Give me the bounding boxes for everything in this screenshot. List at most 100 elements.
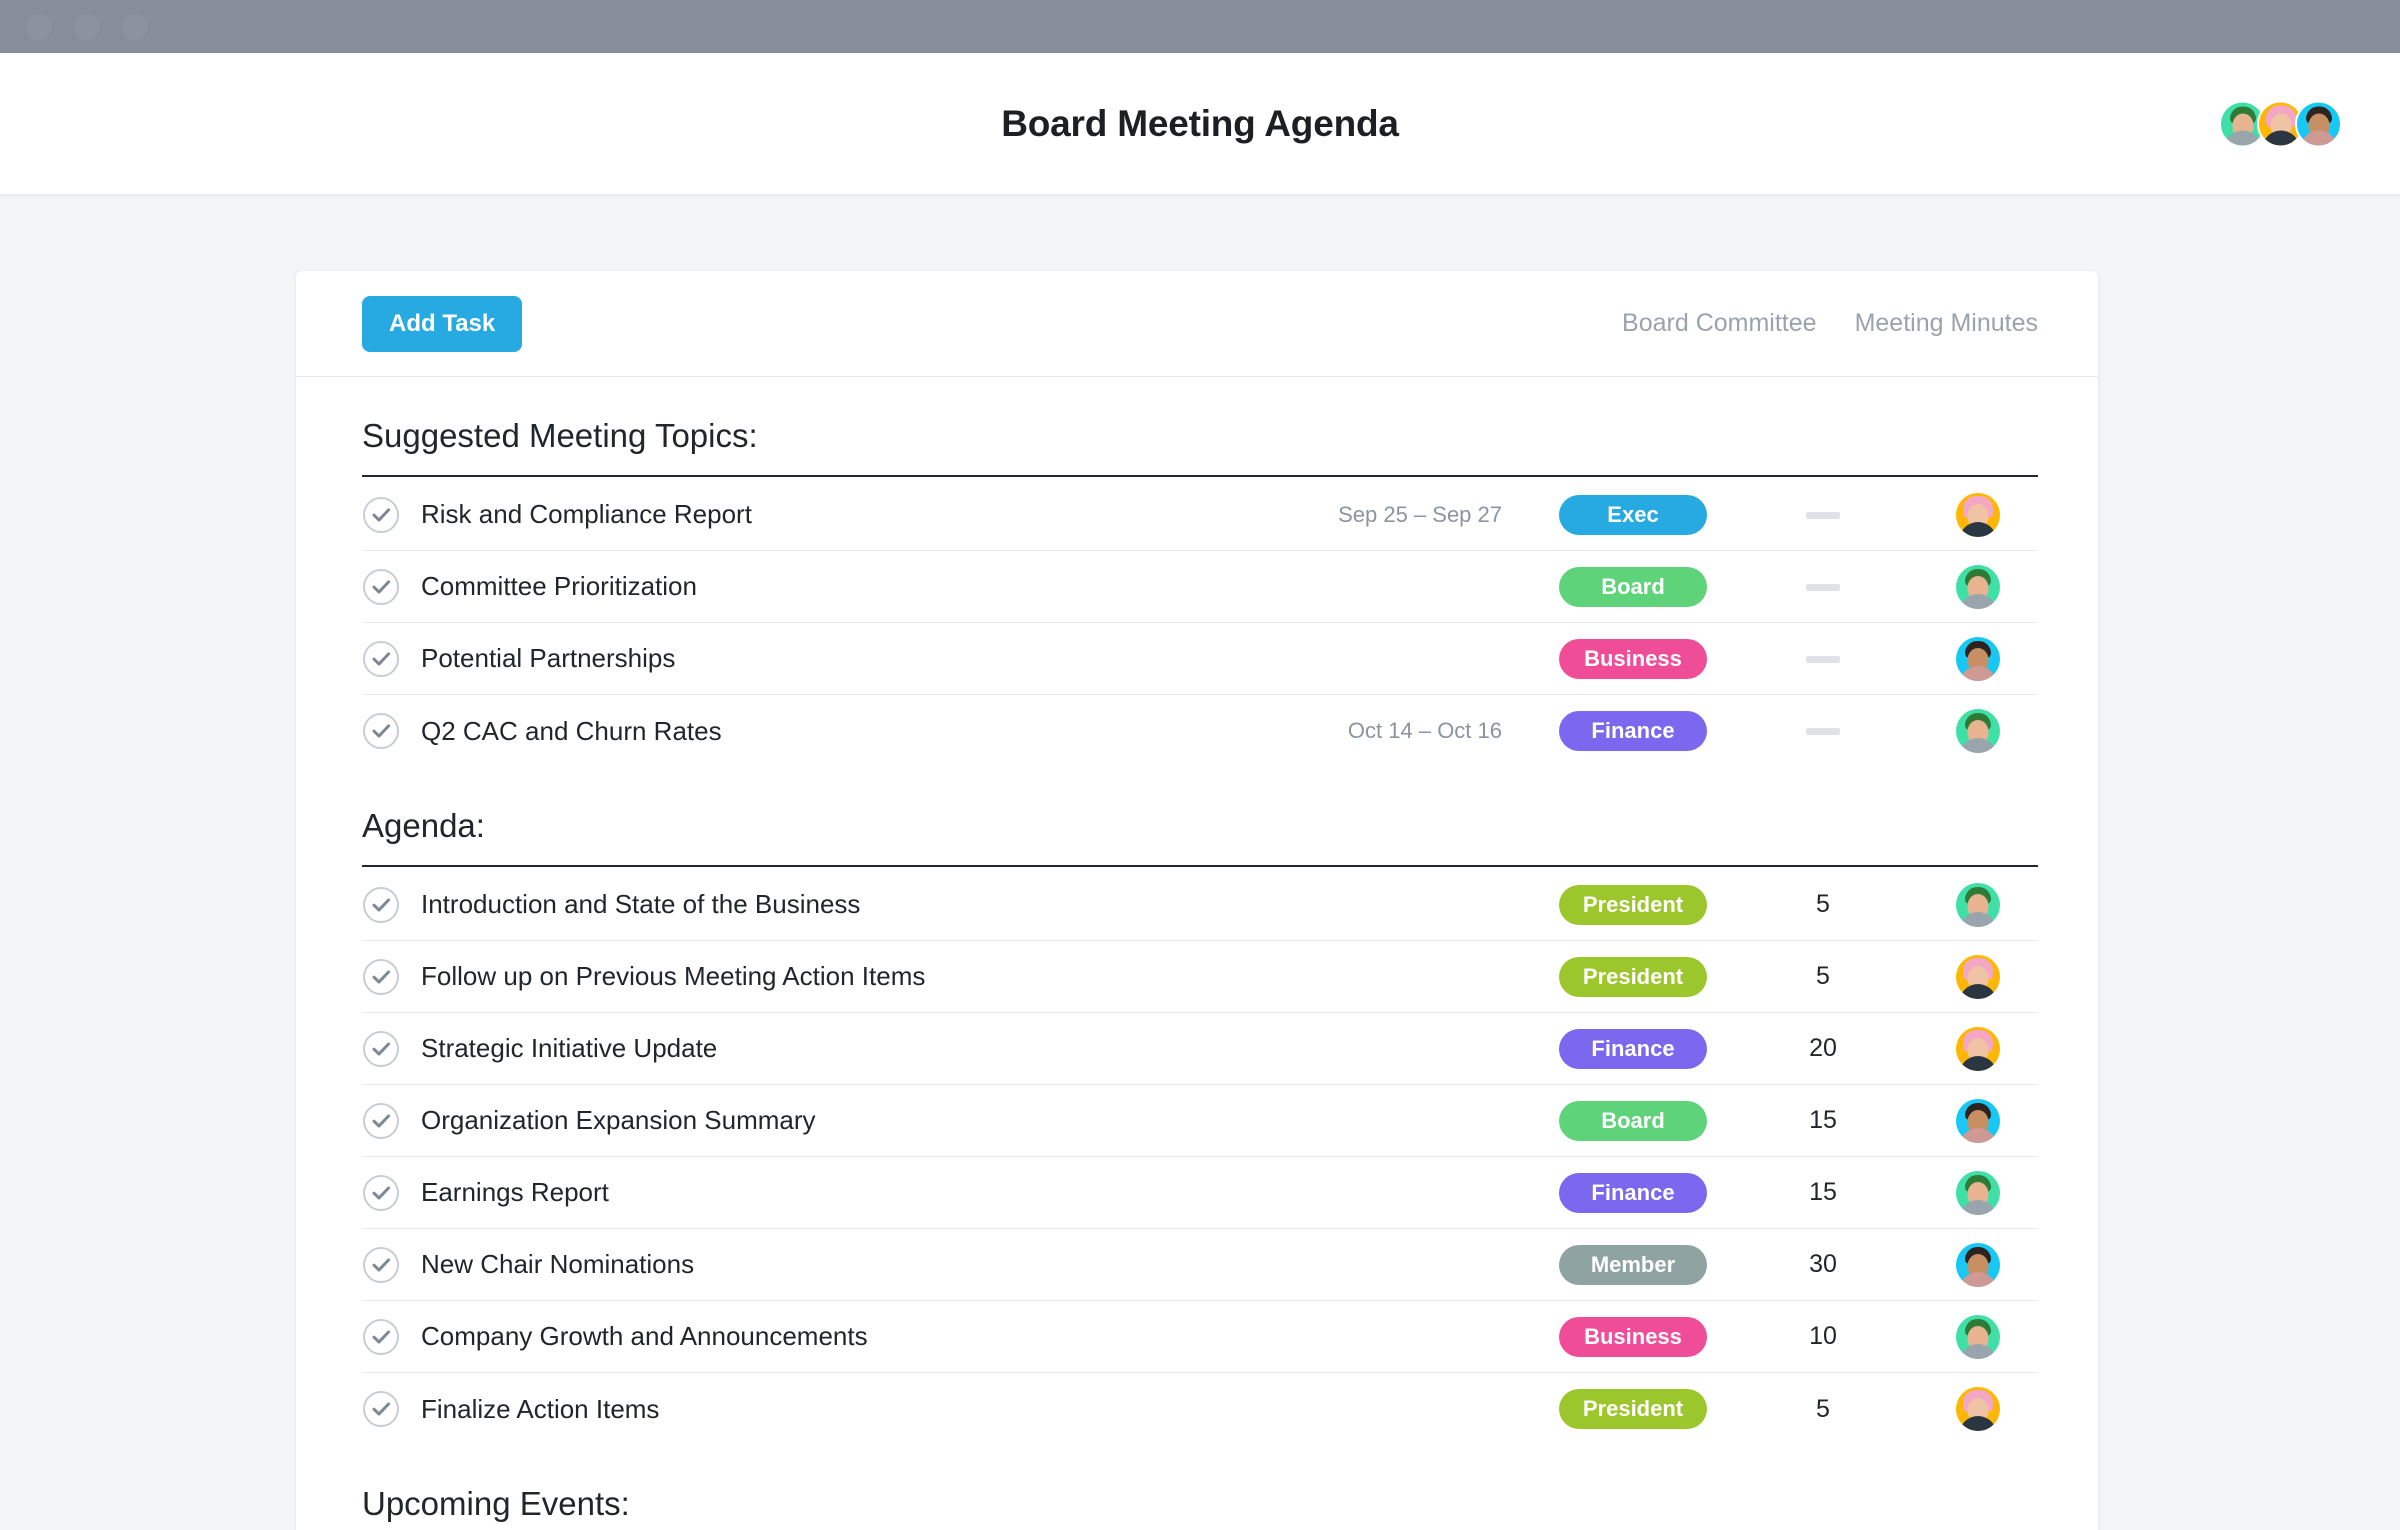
task-title[interactable]: Organization Expansion Summary bbox=[421, 1105, 1288, 1136]
task-tag[interactable]: Business bbox=[1559, 1316, 1707, 1357]
task-tag[interactable]: Finance bbox=[1559, 1028, 1707, 1069]
task-duration[interactable]: 15 bbox=[1728, 1106, 1918, 1135]
task-tag[interactable]: Finance bbox=[1559, 711, 1707, 751]
task-title[interactable]: Follow up on Previous Meeting Action Ite… bbox=[421, 961, 1288, 992]
task-date-range[interactable]: Sep 25 – Sep 27 bbox=[1288, 502, 1538, 528]
task-tag-cell: Business bbox=[1538, 638, 1728, 679]
check-circle-icon[interactable] bbox=[362, 1246, 400, 1284]
task-row[interactable]: Organization Expansion Summary Board 15 bbox=[362, 1085, 2038, 1157]
task-tag-cell: Board bbox=[1538, 566, 1728, 607]
maximize-button[interactable] bbox=[122, 13, 148, 40]
task-title[interactable]: Risk and Compliance Report bbox=[421, 499, 1288, 530]
avatar[interactable] bbox=[1956, 882, 2000, 927]
task-row[interactable]: Committee Prioritization Board bbox=[362, 551, 2038, 623]
check-circle-icon[interactable] bbox=[362, 496, 400, 534]
task-tag[interactable]: Exec bbox=[1559, 494, 1707, 535]
task-title[interactable]: Company Growth and Announcements bbox=[421, 1321, 1288, 1352]
avatar-shoulders bbox=[1959, 983, 1997, 999]
task-assignee-cell bbox=[1918, 1242, 2038, 1287]
task-tag[interactable]: Board bbox=[1559, 1100, 1707, 1141]
check-circle-icon[interactable] bbox=[362, 886, 400, 924]
task-title[interactable]: Earnings Report bbox=[421, 1177, 1288, 1208]
avatar[interactable] bbox=[1956, 709, 2000, 753]
avatar[interactable] bbox=[1956, 564, 2000, 609]
check-circle-icon[interactable] bbox=[362, 1390, 400, 1428]
check-circle-icon[interactable] bbox=[362, 640, 400, 678]
task-row[interactable]: Risk and Compliance Report Sep 25 – Sep 2… bbox=[362, 479, 2038, 551]
task-title[interactable]: Q2 CAC and Churn Rates bbox=[421, 716, 1288, 747]
task-duration[interactable]: 10 bbox=[1728, 1322, 1918, 1351]
check-circle-icon[interactable] bbox=[362, 1174, 400, 1212]
avatar[interactable] bbox=[1956, 1314, 2000, 1359]
task-row[interactable]: Finalize Action Items President 5 bbox=[362, 1373, 2038, 1445]
sections-container: Suggested Meeting Topics: Risk and Compli… bbox=[296, 377, 2098, 1530]
task-title[interactable]: New Chair Nominations bbox=[421, 1249, 1288, 1280]
check-circle-icon[interactable] bbox=[362, 958, 400, 996]
avatar[interactable] bbox=[1956, 1242, 2000, 1287]
link-board-committee[interactable]: Board Committee bbox=[1622, 309, 1817, 338]
task-duration[interactable]: 15 bbox=[1728, 1178, 1918, 1207]
task-assignee-cell bbox=[1918, 636, 2038, 681]
task-duration[interactable]: 20 bbox=[1728, 1034, 1918, 1063]
task-row[interactable]: Earnings Report Finance 15 bbox=[362, 1157, 2038, 1229]
section: Suggested Meeting Topics: Risk and Compli… bbox=[296, 377, 2098, 767]
task-tag[interactable]: Board bbox=[1559, 566, 1707, 607]
task-tag[interactable]: President bbox=[1559, 956, 1707, 997]
check-circle-icon[interactable] bbox=[362, 1030, 400, 1068]
minimize-button[interactable] bbox=[74, 13, 100, 40]
header-avatar-group bbox=[2219, 100, 2342, 147]
task-row[interactable]: New Chair Nominations Member 30 bbox=[362, 1229, 2038, 1301]
task-title[interactable]: Introduction and State of the Business bbox=[421, 889, 1288, 920]
task-title[interactable]: Committee Prioritization bbox=[421, 571, 1288, 602]
task-tag[interactable]: Finance bbox=[1559, 1172, 1707, 1213]
task-row[interactable]: Potential Partnerships Business bbox=[362, 623, 2038, 695]
task-assignee-cell bbox=[1918, 1170, 2038, 1215]
task-tag-cell: President bbox=[1538, 1389, 1728, 1429]
avatar[interactable] bbox=[1956, 1170, 2000, 1215]
task-duration[interactable] bbox=[1728, 717, 1918, 746]
avatar-shoulders bbox=[2261, 130, 2300, 145]
avatar-shoulders bbox=[2299, 130, 2338, 145]
check-circle-icon[interactable] bbox=[362, 1102, 400, 1140]
task-title[interactable]: Potential Partnerships bbox=[421, 643, 1288, 674]
avatar[interactable] bbox=[1956, 954, 2000, 999]
task-duration[interactable] bbox=[1728, 500, 1918, 529]
add-task-button[interactable]: Add Task bbox=[362, 295, 523, 352]
check-circle-icon[interactable] bbox=[362, 568, 400, 606]
task-row[interactable]: Company Growth and Announcements Business… bbox=[362, 1301, 2038, 1373]
empty-dash-icon bbox=[1806, 583, 1840, 591]
task-title[interactable]: Finalize Action Items bbox=[421, 1394, 1288, 1425]
task-row[interactable]: Introduction and State of the Business Pr… bbox=[362, 869, 2038, 941]
task-duration[interactable]: 30 bbox=[1728, 1250, 1918, 1279]
task-tag[interactable]: Member bbox=[1559, 1244, 1707, 1285]
section-title: Agenda: bbox=[362, 807, 485, 844]
task-tag[interactable]: Business bbox=[1559, 638, 1707, 679]
task-tag[interactable]: President bbox=[1559, 884, 1707, 925]
window-chrome bbox=[0, 0, 2400, 53]
avatar[interactable] bbox=[1956, 636, 2000, 681]
avatar[interactable] bbox=[1956, 492, 2000, 537]
avatar-shoulders bbox=[1959, 521, 1997, 537]
task-duration[interactable]: 5 bbox=[1728, 1395, 1918, 1424]
avatar[interactable] bbox=[2295, 100, 2342, 147]
task-row[interactable]: Strategic Initiative Update Finance 20 bbox=[362, 1013, 2038, 1085]
task-duration[interactable]: 5 bbox=[1728, 890, 1918, 919]
task-duration[interactable]: 5 bbox=[1728, 962, 1918, 991]
avatar-shoulders bbox=[1959, 1127, 1997, 1143]
link-meeting-minutes[interactable]: Meeting Minutes bbox=[1855, 309, 2038, 338]
task-duration[interactable] bbox=[1728, 644, 1918, 673]
avatar[interactable] bbox=[1956, 1026, 2000, 1071]
task-assignee-cell bbox=[1918, 882, 2038, 927]
task-tag-cell: Exec bbox=[1538, 494, 1728, 535]
task-row[interactable]: Q2 CAC and Churn Rates Oct 14 – Oct 16 Fin… bbox=[362, 695, 2038, 767]
check-circle-icon[interactable] bbox=[362, 712, 400, 750]
close-button[interactable] bbox=[26, 13, 52, 40]
task-tag[interactable]: President bbox=[1559, 1389, 1707, 1429]
task-date-range[interactable]: Oct 14 – Oct 16 bbox=[1288, 718, 1538, 744]
task-duration[interactable] bbox=[1728, 572, 1918, 601]
avatar[interactable] bbox=[1956, 1387, 2000, 1431]
avatar[interactable] bbox=[1956, 1098, 2000, 1143]
task-title[interactable]: Strategic Initiative Update bbox=[421, 1033, 1288, 1064]
task-row[interactable]: Follow up on Previous Meeting Action Ite… bbox=[362, 941, 2038, 1013]
check-circle-icon[interactable] bbox=[362, 1318, 400, 1356]
